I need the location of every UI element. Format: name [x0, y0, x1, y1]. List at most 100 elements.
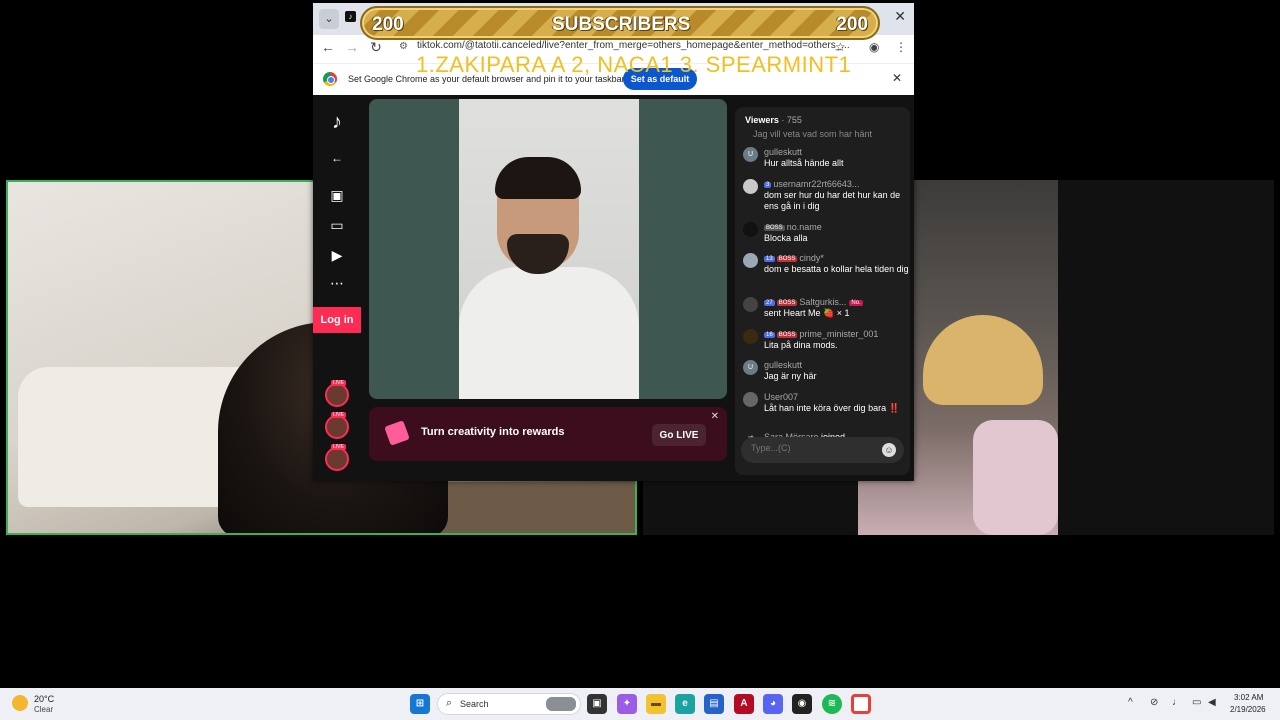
live-avatar[interactable]: LIVE: [325, 444, 349, 471]
live-tv-icon[interactable]: ▣: [328, 187, 346, 204]
windows-start-icon[interactable]: ⊞: [410, 694, 430, 714]
taskbar-search[interactable]: ⌕ Search: [437, 693, 581, 715]
chrome-taskbar-icon[interactable]: [851, 694, 871, 714]
weather-temperature[interactable]: 20°C: [34, 694, 54, 704]
promo-banner: Turn creativity into rewards Go LIVE ✕: [369, 407, 727, 461]
menu-dots-icon[interactable]: ⋮: [895, 40, 907, 54]
edge-icon[interactable]: e: [675, 694, 695, 714]
chat-username[interactable]: no.name: [787, 222, 822, 232]
tiktok-logo-icon[interactable]: ♪: [328, 111, 346, 134]
user-avatar[interactable]: U: [743, 147, 758, 162]
desk: [418, 482, 635, 533]
explore-play-icon[interactable]: ▶: [328, 247, 346, 264]
chat-username-line[interactable]: 3 usernamr22rt66643...: [764, 179, 859, 189]
live-badge: LIVE: [331, 412, 346, 418]
tab-search-chevron-icon[interactable]: ⌄: [319, 9, 339, 29]
login-button[interactable]: Log in: [313, 307, 361, 333]
chat-text: Låt han inte köra över dig bara ‼️: [764, 403, 900, 413]
task-view-icon[interactable]: ▣: [587, 694, 607, 714]
live-badge: LIVE: [331, 380, 346, 386]
promo-text: Turn creativity into rewards: [421, 426, 565, 438]
profile-icon[interactable]: ◉: [869, 40, 879, 54]
chat-username[interactable]: Saltgurkis...: [799, 297, 846, 307]
chat-username[interactable]: User007: [764, 392, 798, 402]
go-live-button[interactable]: Go LIVE: [652, 424, 706, 446]
blanket: [973, 420, 1058, 535]
tiktok-tab-icon[interactable]: ♪: [345, 11, 356, 22]
chat-text: dom ser hur du har det hur kan de ens gå…: [764, 190, 901, 211]
clock-time[interactable]: 3:02 AM: [1234, 693, 1263, 702]
chat-text: dom e besatta o kollar hela tiden dig: [764, 264, 909, 274]
live-video-player[interactable]: [369, 99, 727, 399]
weather-description[interactable]: Clear: [34, 705, 53, 714]
level-badge: 3: [764, 182, 772, 188]
viewers-count: · 755: [781, 115, 802, 125]
viewers-header[interactable]: Viewers · 755: [745, 115, 802, 125]
address-bar[interactable]: tiktok.com/@tatotii.canceled/live?enter_…: [417, 40, 850, 51]
live-avatar[interactable]: LIVE: [325, 380, 349, 407]
chat-text: Jag är ny här: [764, 371, 817, 381]
subscribers-label: SUBSCRIBERS: [552, 14, 691, 35]
network-off-icon[interactable]: ⊘: [1150, 697, 1158, 708]
spotify-icon[interactable]: ≋: [822, 694, 842, 714]
chat-text: Blocka alla: [764, 233, 808, 243]
chat-username-line[interactable]: BOSS no.name: [764, 222, 822, 232]
site-info-icon[interactable]: ⚙: [399, 41, 408, 52]
store-icon[interactable]: ▤: [704, 694, 724, 714]
chat-username-line[interactable]: User007: [764, 392, 798, 402]
user-avatar[interactable]: [743, 329, 758, 344]
chat-username[interactable]: usernamr22rt66643...: [773, 179, 859, 189]
reload-icon[interactable]: ↻: [367, 39, 385, 56]
video-camera-icon[interactable]: ▭: [328, 217, 346, 234]
chat-username[interactable]: prime_minister_001: [799, 329, 878, 339]
live-avatar[interactable]: LIVE: [325, 412, 349, 439]
boss-badge: BOSS: [764, 225, 785, 231]
user-avatar[interactable]: [743, 222, 758, 237]
chat-username-line[interactable]: gulleskutt: [764, 360, 802, 370]
more-dots-icon[interactable]: ⋯: [328, 275, 346, 292]
chrome-logo-icon: [323, 72, 337, 86]
copilot-icon[interactable]: ✦: [617, 694, 637, 714]
tray-chevron-icon[interactable]: ^: [1128, 697, 1133, 708]
rank-badge: No.: [849, 300, 863, 306]
forward-arrow-icon[interactable]: →: [343, 39, 361, 55]
user-avatar[interactable]: [743, 392, 758, 407]
chat-username-line[interactable]: 16 BOSS prime_minister_001: [764, 329, 878, 339]
clock-date[interactable]: 2/19/2026: [1230, 705, 1266, 714]
user-avatar[interactable]: [743, 297, 758, 312]
weather-moon-icon[interactable]: [12, 695, 28, 711]
chat-username-line[interactable]: 27 BOSS Saltgurkis... No.: [764, 297, 865, 307]
chat-username-line[interactable]: gulleskutt: [764, 147, 802, 157]
chat-input-box[interactable]: ☺: [741, 437, 904, 463]
microphone-icon[interactable]: ♩: [1172, 697, 1182, 708]
promo-close-icon[interactable]: ✕: [711, 411, 719, 422]
chat-username[interactable]: gulleskutt: [764, 147, 802, 157]
infobar-close-icon[interactable]: ✕: [892, 71, 902, 85]
emoji-icon[interactable]: ☺: [882, 443, 896, 457]
back-arrow-icon[interactable]: ←: [319, 39, 337, 55]
user-avatar[interactable]: U: [743, 360, 758, 375]
chat-username[interactable]: gulleskutt: [764, 360, 802, 370]
file-explorer-icon[interactable]: ▬: [646, 694, 666, 714]
user-avatar[interactable]: [743, 253, 758, 268]
discord-icon[interactable]: ◕: [763, 694, 783, 714]
boss-badge: BOSS: [776, 256, 798, 262]
chat-partial-message: Jag vill veta vad som har hänt: [753, 129, 873, 139]
boss-badge: BOSS: [776, 300, 798, 306]
adobe-icon[interactable]: A: [734, 694, 754, 714]
back-icon[interactable]: ←: [328, 151, 346, 165]
level-badge: 27: [764, 300, 775, 306]
live-badge: LIVE: [331, 444, 346, 450]
window-close-icon[interactable]: ✕: [894, 8, 906, 25]
user-avatar[interactable]: [743, 179, 758, 194]
obs-icon[interactable]: ◉: [792, 694, 812, 714]
chat-username-line[interactable]: 13 BOSS cindy*: [764, 253, 824, 263]
chat-username[interactable]: cindy*: [799, 253, 824, 263]
chat-input[interactable]: [751, 443, 871, 453]
tiktok-live-page: ♪ ← ▣ ▭ ▶ ⋯ Log in LIVE LIVE LIVE Turn c…: [313, 95, 914, 481]
display-icon[interactable]: ▭: [1192, 697, 1201, 708]
leaderboard-ticker: 1.ZAKIPARA A 2, NACA1 3. SPEARMINT1: [416, 52, 852, 77]
live-chat-panel: Viewers · 755 Jag vill veta vad som har …: [735, 107, 910, 475]
live-video-frame: [459, 99, 639, 399]
volume-icon[interactable]: ◀: [1208, 697, 1216, 708]
